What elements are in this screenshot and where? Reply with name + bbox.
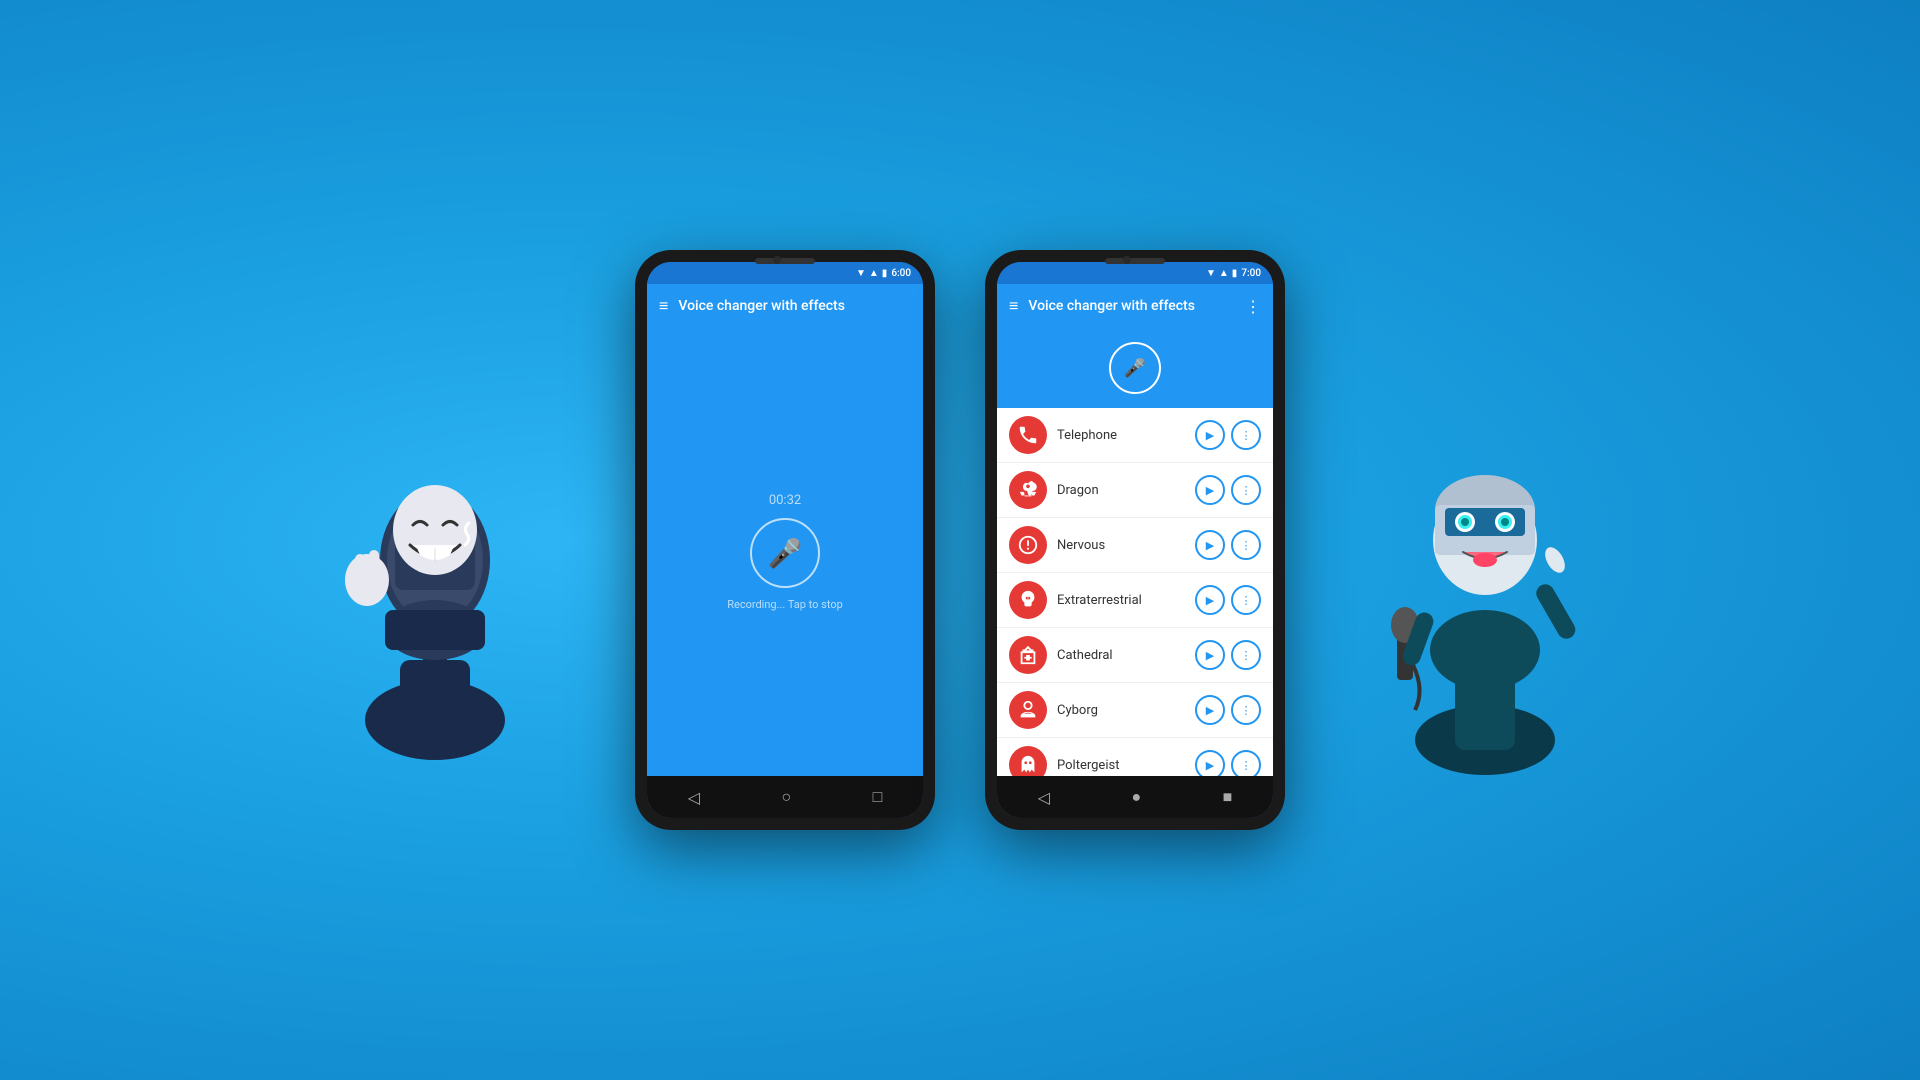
status-icons: ▼ ▲ ▮	[856, 268, 887, 279]
list-item: Telephone ▶ ⋮	[997, 408, 1273, 463]
microphone-icon: 🎤	[768, 537, 803, 570]
cyborg-icon-circle	[1009, 691, 1047, 729]
recording-screen: 00:32 🎤 Recording... Tap to stop	[647, 328, 923, 776]
recent-button-2[interactable]: ■	[1223, 787, 1233, 807]
app-title-2: Voice changer with effects	[1028, 298, 1235, 314]
time-display: 6:00	[891, 268, 911, 279]
telephone-play-button[interactable]: ▶	[1195, 420, 1225, 450]
dragon-label: Dragon	[1057, 483, 1185, 498]
more-options-icon[interactable]: ⋮	[1245, 297, 1261, 316]
extraterrestrial-actions: ▶ ⋮	[1195, 585, 1261, 615]
cyborg-play-button[interactable]: ▶	[1195, 695, 1225, 725]
alien-icon	[1017, 589, 1039, 611]
header-mic-button[interactable]: 🎤	[1109, 342, 1161, 394]
signal-icon-2: ▲	[1219, 268, 1229, 279]
phone-1-nav-bar: ◁ ○ □	[647, 776, 923, 818]
phone-2-screen: ▼ ▲ ▮ 7:00 ≡ Voice changer with effects …	[997, 262, 1273, 818]
cyborg-label: Cyborg	[1057, 703, 1185, 718]
list-item: Dragon ▶ ⋮	[997, 463, 1273, 518]
alien-icon-circle	[1009, 581, 1047, 619]
telephone-more-button[interactable]: ⋮	[1231, 420, 1261, 450]
status-icons-2: ▼ ▲ ▮	[1206, 268, 1237, 279]
phone-1-screen: ▼ ▲ ▮ 6:00 ≡ Voice changer with effects …	[647, 262, 923, 818]
cathedral-label: Cathedral	[1057, 648, 1185, 663]
recent-button-1[interactable]: □	[873, 787, 883, 807]
dragon-actions: ▶ ⋮	[1195, 475, 1261, 505]
phone-1-app-bar: ≡ Voice changer with effects	[647, 284, 923, 328]
ghost-icon	[1017, 754, 1039, 776]
list-item: Cathedral ▶ ⋮	[997, 628, 1273, 683]
back-button-2[interactable]: ◁	[1038, 788, 1050, 807]
cyborg-more-button[interactable]: ⋮	[1231, 695, 1261, 725]
poltergeist-actions: ▶ ⋮	[1195, 750, 1261, 776]
cathedral-play-button[interactable]: ▶	[1195, 640, 1225, 670]
phone-2-app-bar: ≡ Voice changer with effects ⋮	[997, 284, 1273, 328]
telephone-actions: ▶ ⋮	[1195, 420, 1261, 450]
dragon-icon-circle	[1009, 471, 1047, 509]
back-button-1[interactable]: ◁	[688, 788, 700, 807]
battery-icon: ▮	[882, 268, 888, 279]
cathedral-more-button[interactable]: ⋮	[1231, 640, 1261, 670]
telephone-label: Telephone	[1057, 428, 1185, 443]
nervous-icon-circle	[1009, 526, 1047, 564]
cathedral-icon-circle	[1009, 636, 1047, 674]
recording-status: Recording... Tap to stop	[727, 598, 843, 611]
wifi-icon: ▼	[856, 268, 866, 279]
poltergeist-label: Poltergeist	[1057, 758, 1185, 773]
extraterrestrial-more-button[interactable]: ⋮	[1231, 585, 1261, 615]
extraterrestrial-play-button[interactable]: ▶	[1195, 585, 1225, 615]
effects-screen: 🎤 Telephone ▶ ⋮	[997, 328, 1273, 776]
phone-2-nav-bar: ◁ ● ■	[997, 776, 1273, 818]
dragon-icon	[1017, 479, 1039, 501]
wifi-icon-2: ▼	[1206, 268, 1216, 279]
ghost-icon-circle	[1009, 746, 1047, 776]
cyborg-actions: ▶ ⋮	[1195, 695, 1261, 725]
mascot-left	[295, 290, 575, 790]
phone-1-status-bar: ▼ ▲ ▮ 6:00	[647, 262, 923, 284]
content-wrapper: ▼ ▲ ▮ 6:00 ≡ Voice changer with effects …	[295, 250, 1625, 830]
phone-1: ▼ ▲ ▮ 6:00 ≡ Voice changer with effects …	[635, 250, 935, 830]
list-item: Cyborg ▶ ⋮	[997, 683, 1273, 738]
nervous-icon	[1017, 534, 1039, 556]
app-title-1: Voice changer with effects	[678, 298, 911, 314]
extraterrestrial-label: Extraterrestrial	[1057, 593, 1185, 608]
nervous-more-button[interactable]: ⋮	[1231, 530, 1261, 560]
telephone-icon-circle	[1009, 416, 1047, 454]
cathedral-actions: ▶ ⋮	[1195, 640, 1261, 670]
list-item: Extraterrestrial ▶ ⋮	[997, 573, 1273, 628]
nervous-label: Nervous	[1057, 538, 1185, 553]
nervous-actions: ▶ ⋮	[1195, 530, 1261, 560]
effects-header: 🎤	[997, 328, 1273, 408]
list-item: Poltergeist ▶ ⋮	[997, 738, 1273, 776]
nervous-play-button[interactable]: ▶	[1195, 530, 1225, 560]
mic-button[interactable]: 🎤	[750, 518, 820, 588]
mascot-right	[1345, 290, 1625, 790]
phone-2: ▼ ▲ ▮ 7:00 ≡ Voice changer with effects …	[985, 250, 1285, 830]
poltergeist-more-button[interactable]: ⋮	[1231, 750, 1261, 776]
effects-list: Telephone ▶ ⋮ Dragon	[997, 408, 1273, 776]
dragon-play-button[interactable]: ▶	[1195, 475, 1225, 505]
home-button-2[interactable]: ●	[1131, 787, 1141, 807]
cathedral-icon	[1017, 644, 1039, 666]
poltergeist-play-button[interactable]: ▶	[1195, 750, 1225, 776]
phones-container: ▼ ▲ ▮ 6:00 ≡ Voice changer with effects …	[635, 250, 1285, 830]
hamburger-icon[interactable]: ≡	[659, 296, 668, 316]
list-item: Nervous ▶ ⋮	[997, 518, 1273, 573]
dragon-more-button[interactable]: ⋮	[1231, 475, 1261, 505]
signal-icon: ▲	[869, 268, 879, 279]
timer-display: 00:32	[769, 493, 801, 508]
time-display-2: 7:00	[1241, 268, 1261, 279]
home-button-1[interactable]: ○	[781, 787, 791, 807]
telephone-icon	[1017, 424, 1039, 446]
phone-2-status-bar: ▼ ▲ ▮ 7:00	[997, 262, 1273, 284]
cyborg-icon	[1017, 699, 1039, 721]
header-mic-icon: 🎤	[1124, 358, 1146, 379]
battery-icon-2: ▮	[1232, 268, 1238, 279]
hamburger-icon-2[interactable]: ≡	[1009, 296, 1018, 316]
